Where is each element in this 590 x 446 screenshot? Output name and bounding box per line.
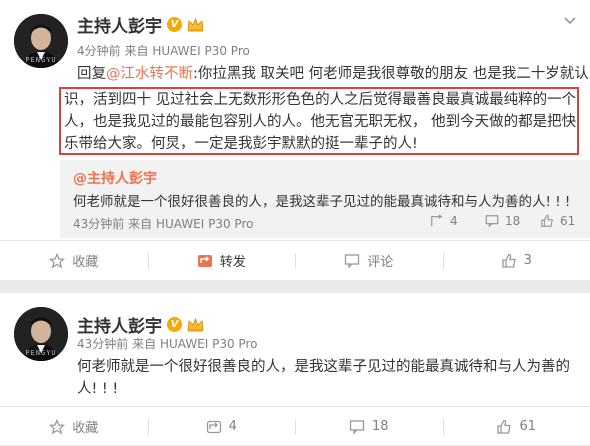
post-source[interactable]: HUAWEI P30 Pro xyxy=(160,337,258,351)
collect-label: 收藏 xyxy=(72,417,98,436)
comment-button[interactable]: 评论 xyxy=(295,241,443,280)
collect-label: 收藏 xyxy=(72,251,98,270)
weibo-card-2: PENGYU 主持人彭宇 V 43分钟前 来自 HUAWEI P30 Pro 何… xyxy=(0,293,590,445)
action-bar: 收藏 转发 评论 3 xyxy=(0,240,590,280)
comment-count: 18 xyxy=(505,214,520,228)
post-time[interactable]: 43分钟前 xyxy=(77,337,128,351)
thumbs-up-icon xyxy=(496,419,512,435)
weibo-card-1: PENGYU 主持人彭宇 V 4分钟前 来自 HUAWEI P30 Pro 回复… xyxy=(0,0,590,280)
post-text-line1: 何老师就是一个很好很善良的人，是我这辈子见过的能最真诚待和与人为善的 xyxy=(77,356,570,378)
collect-button[interactable]: 收藏 xyxy=(0,241,148,280)
comment-icon xyxy=(485,214,499,228)
post-text: 何老师就是一个很好很善良的人，是我这辈子见过的能最真诚待和与人为善的 人! ! … xyxy=(77,356,570,400)
reply-prefix: 回复 xyxy=(77,66,106,82)
verified-icon: V xyxy=(167,17,182,32)
repost-stat-comments[interactable]: 18 xyxy=(485,214,520,228)
repost-block[interactable]: @主持人彭宇 何老师就是一个很好很善良的人，是我这辈子见过的能最真诚待和与人为善… xyxy=(60,160,590,238)
post-time[interactable]: 4分钟前 xyxy=(77,44,121,58)
star-icon xyxy=(49,419,65,435)
post-text: 回复@江水转不断:你拉黑我 取关吧 何老师是我很尊敬的朋友 也是我二十岁就认 xyxy=(77,63,589,85)
author-row: 主持人彭宇 V xyxy=(77,12,204,37)
post-meta: 43分钟前 来自 HUAWEI P30 Pro xyxy=(77,335,257,352)
comment-icon xyxy=(349,419,365,435)
like-button[interactable]: 3 xyxy=(443,241,590,280)
like-button[interactable]: 61 xyxy=(443,407,590,446)
repost-stat-reposts[interactable]: 4 xyxy=(430,214,458,228)
repost-button[interactable]: 4 xyxy=(148,407,296,446)
repost-meta: 43分钟前 来自 HUAWEI P30 Pro xyxy=(73,215,253,232)
post-source[interactable]: HUAWEI P30 Pro xyxy=(152,44,250,58)
like-count: 61 xyxy=(519,419,536,434)
thumbs-up-icon xyxy=(540,214,554,228)
avatar-caption: PENGYU xyxy=(14,349,68,357)
verified-icon: V xyxy=(167,317,182,332)
highlight-box xyxy=(59,87,579,155)
repost-label: 转发 xyxy=(220,251,246,270)
thumbs-up-icon xyxy=(501,253,517,269)
post-text-line2: 人! ! ! xyxy=(77,378,570,400)
avatar[interactable]: PENGYU xyxy=(14,307,68,361)
like-count: 61 xyxy=(560,214,575,228)
crown-icon xyxy=(187,317,204,332)
crown-icon xyxy=(187,17,204,32)
like-label: 3 xyxy=(524,253,532,268)
author-name[interactable]: 主持人彭宇 xyxy=(77,12,162,37)
repost-icon xyxy=(430,214,444,228)
repost-source-prefix: 来自 xyxy=(128,217,152,231)
author-row: 主持人彭宇 V xyxy=(77,312,204,337)
repost-time[interactable]: 43分钟前 xyxy=(73,217,124,231)
repost-icon xyxy=(197,253,213,269)
repost-source[interactable]: HUAWEI P30 Pro xyxy=(156,217,254,231)
star-icon xyxy=(49,253,65,269)
avatar[interactable]: PENGYU xyxy=(14,14,68,68)
comment-count: 18 xyxy=(372,419,389,434)
comment-icon xyxy=(344,253,360,269)
repost-text: 何老师就是一个很好很善良的人，是我这辈子见过的能最真诚待和与人为善的人! ! ! xyxy=(73,190,570,210)
chevron-down-icon[interactable] xyxy=(563,16,577,26)
avatar-caption: PENGYU xyxy=(14,56,68,64)
repost-author[interactable]: @主持人彭宇 xyxy=(73,168,157,188)
collect-button[interactable]: 收藏 xyxy=(0,407,148,446)
repost-icon xyxy=(206,419,222,435)
source-prefix: 来自 xyxy=(124,44,148,58)
comment-label: 评论 xyxy=(367,251,393,270)
action-bar: 收藏 4 18 61 xyxy=(0,406,590,446)
mention-link[interactable]: @江水转不断 xyxy=(106,66,193,82)
repost-count: 4 xyxy=(450,214,458,228)
source-prefix: 来自 xyxy=(132,337,156,351)
post-text-line1: :你拉黑我 取关吧 何老师是我很尊敬的朋友 也是我二十岁就认 xyxy=(193,66,589,82)
author-name[interactable]: 主持人彭宇 xyxy=(77,312,162,337)
repost-stat-likes[interactable]: 61 xyxy=(540,214,575,228)
repost-count: 4 xyxy=(229,419,237,434)
repost-button[interactable]: 转发 xyxy=(148,241,296,280)
post-meta: 4分钟前 来自 HUAWEI P30 Pro xyxy=(77,42,250,59)
comment-button[interactable]: 18 xyxy=(295,407,443,446)
